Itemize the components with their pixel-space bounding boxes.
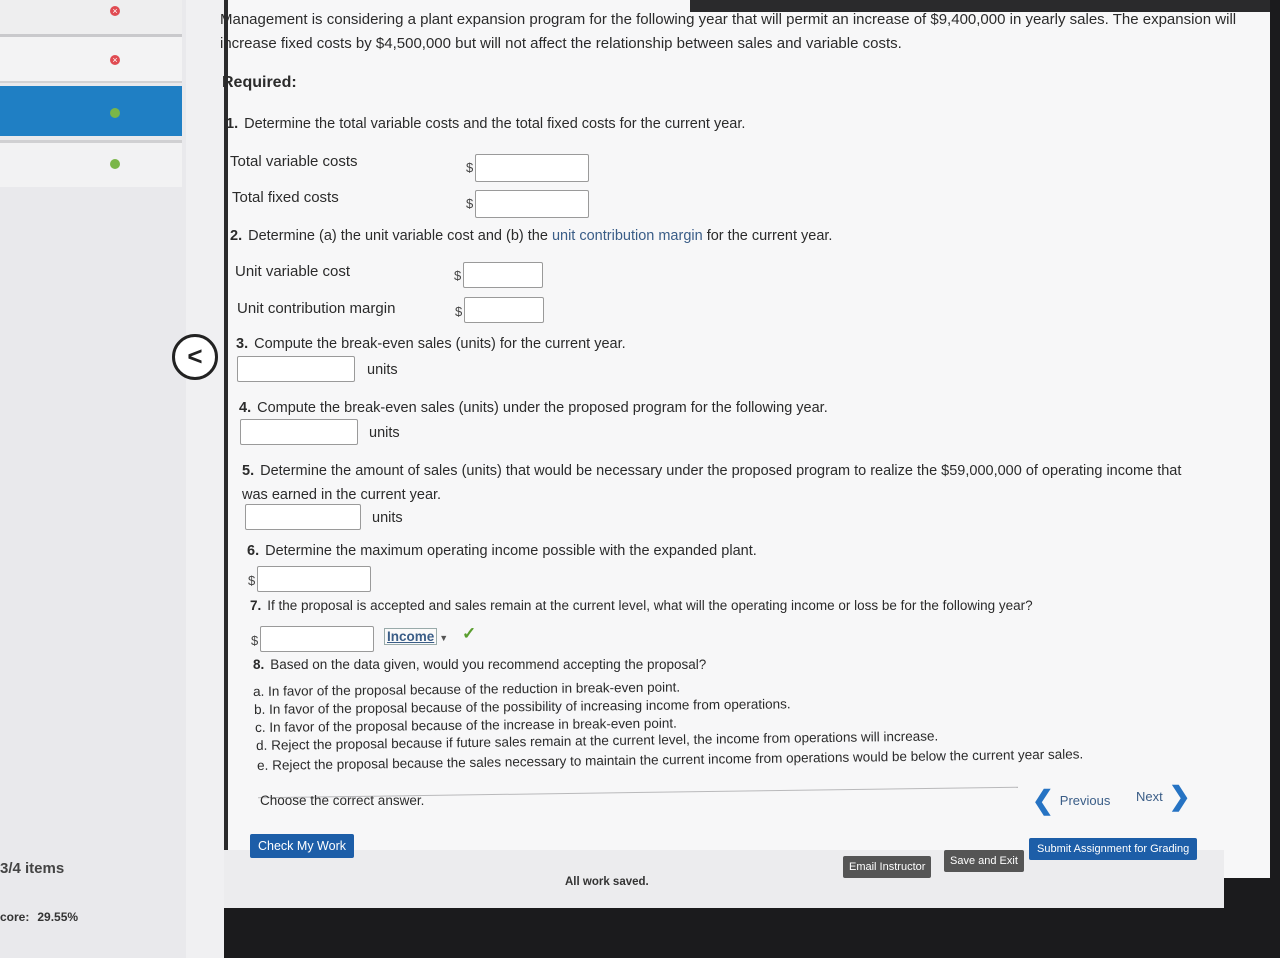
question-text: Determine the total variable costs and t… — [244, 116, 746, 132]
dropdown-value: Income — [384, 628, 438, 645]
question-text: Determine the amount of sales (units) th… — [242, 463, 1182, 503]
question-text: Determine (a) the unit variable cost and… — [248, 228, 548, 244]
operating-income-input[interactable] — [260, 626, 374, 652]
dollar-sign: $ — [251, 633, 259, 648]
total-fixed-costs-label: Total fixed costs — [232, 189, 339, 206]
chevron-left-icon: ❮ — [1032, 785, 1054, 815]
save-status: All work saved. — [565, 876, 649, 888]
break-even-current-input[interactable] — [237, 356, 355, 382]
save-and-exit-button[interactable]: Save and Exit — [944, 850, 1024, 872]
unit-variable-cost-input[interactable] — [463, 262, 543, 288]
next-label: Next — [1136, 788, 1163, 804]
collapse-sidebar-button[interactable]: < — [172, 334, 218, 380]
unit-contribution-margin-input[interactable] — [464, 297, 544, 323]
incorrect-icon: × — [110, 55, 120, 65]
dollar-sign: $ — [466, 196, 474, 211]
question-text-end: for the current year. — [706, 228, 833, 244]
question-4: 4. Compute the break-even sales (units) u… — [239, 400, 828, 416]
units-label: units — [369, 425, 400, 441]
unit-contribution-margin-label: Unit contribution margin — [237, 300, 396, 317]
question-text: Compute the break-even sales (units) for… — [254, 336, 626, 352]
choose-answer-prompt[interactable]: Choose the correct answer. — [260, 793, 424, 808]
question-2: 2. Determine (a) the unit variable cost a… — [230, 228, 832, 244]
problem-intro: Management is considering a plant expans… — [220, 11, 1237, 52]
dollar-sign: $ — [455, 304, 463, 319]
sidebar-divider — [186, 0, 224, 958]
question-number: 7. — [250, 598, 262, 613]
completed-icon — [110, 159, 120, 169]
question-6: 6. Determine the maximum operating income… — [247, 543, 757, 559]
total-fixed-costs-input[interactable] — [475, 190, 589, 218]
question-3: 3. Compute the break-even sales (units) f… — [236, 336, 626, 352]
chevron-right-icon: ❯ — [1168, 781, 1191, 811]
max-operating-income-input[interactable] — [257, 566, 371, 592]
dollar-sign: $ — [454, 268, 462, 283]
question-number: 1. — [226, 116, 239, 132]
items-count: 3/4 items — [0, 860, 65, 877]
required-heading: Required: — [222, 74, 297, 91]
sidebar-item-1[interactable]: × — [0, 0, 182, 37]
dollar-sign: $ — [466, 160, 474, 175]
previous-label: Previous — [1059, 792, 1111, 808]
income-loss-dropdown[interactable]: Income ▼ — [384, 628, 448, 646]
checkmark-icon: ✓ — [462, 624, 477, 643]
previous-button[interactable]: ❮ Previous — [1032, 785, 1111, 815]
email-instructor-button[interactable]: Email Instructor — [843, 856, 932, 878]
incorrect-icon: × — [110, 6, 120, 16]
question-number: 5. — [242, 463, 255, 479]
question-5: 5. Determine the amount of sales (units) … — [242, 459, 1202, 507]
question-7: 7. If the proposal is accepted and sales … — [250, 598, 1033, 613]
submit-assignment-button[interactable]: Submit Assignment for Grading — [1029, 838, 1198, 860]
next-button[interactable]: Next ❯ — [1136, 781, 1191, 811]
total-variable-costs-label: Total variable costs — [230, 153, 358, 170]
chevron-down-icon: ▼ — [439, 633, 449, 643]
completed-icon — [110, 108, 120, 118]
score-label: core: — [0, 910, 30, 924]
dollar-sign: $ — [248, 573, 256, 588]
units-label: units — [367, 362, 398, 378]
total-variable-costs-input[interactable] — [475, 154, 589, 182]
sidebar-item-2[interactable]: × — [0, 37, 182, 83]
sales-units-needed-input[interactable] — [245, 504, 361, 530]
score-value: 29.55% — [37, 910, 79, 924]
unit-variable-cost-label: Unit variable cost — [235, 263, 351, 280]
question-8: 8. Based on the data given, would you rec… — [253, 657, 706, 672]
question-number: 2. — [230, 228, 243, 244]
question-number: 6. — [247, 543, 260, 559]
question-text: Based on the data given, would you recom… — [270, 657, 707, 672]
sidebar-item-4[interactable] — [0, 140, 182, 187]
unit-contribution-margin-link[interactable]: unit contribution margin — [552, 228, 703, 244]
question-number: 3. — [236, 336, 249, 352]
question-number: 8. — [253, 657, 265, 672]
sidebar-item-3-active[interactable] — [0, 86, 182, 136]
units-label: units — [372, 510, 403, 526]
question-text: Compute the break-even sales (units) und… — [257, 400, 828, 416]
question-number: 4. — [239, 400, 252, 416]
question-text: If the proposal is accepted and sales re… — [267, 598, 1033, 613]
break-even-proposed-input[interactable] — [240, 419, 358, 445]
check-my-work-button[interactable]: Check My Work — [250, 834, 354, 858]
sidebar: × × 3/4 items core: 29.55% — [0, 0, 186, 958]
question-text: Determine the maximum operating income p… — [265, 543, 757, 559]
question-1: 1. Determine the total variable costs and… — [226, 116, 745, 132]
score: core: 29.55% — [0, 910, 78, 924]
